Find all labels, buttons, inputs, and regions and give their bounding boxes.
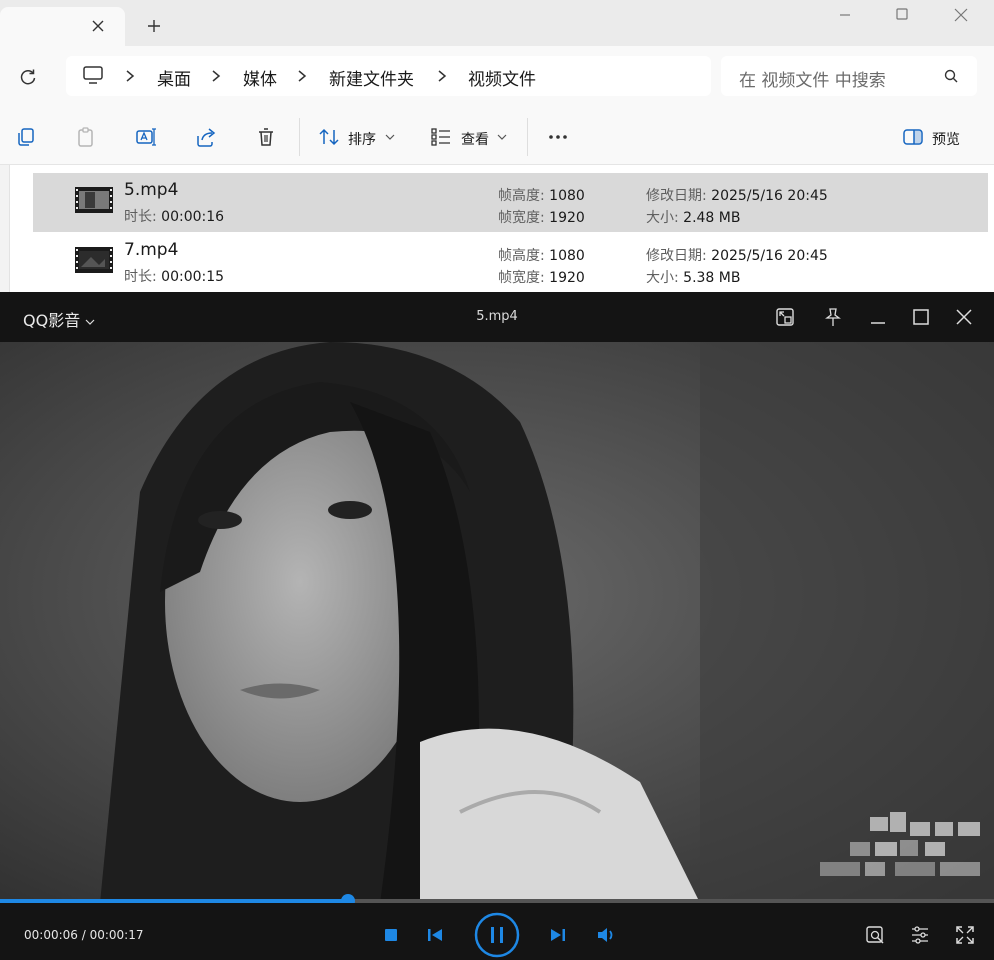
next-icon[interactable] [549,926,567,944]
preview-button[interactable]: 预览 [932,129,960,149]
duration-label: 时长: [124,209,157,225]
frame-height: 帧高度: 1080 [498,245,585,265]
frame-height-label: 帧高度: [498,188,545,204]
frame-height-value: 1080 [549,248,585,264]
list-item[interactable]: 7.mp4 时长: 00:00:15 帧高度: 1080 帧宽度: 1920 修… [33,233,988,292]
stop-icon[interactable] [383,927,399,943]
search-input[interactable]: 在 视频文件 中搜索 [739,66,886,91]
close-icon[interactable] [953,306,975,328]
preview-pane-icon[interactable] [902,126,924,148]
chevron-down-icon[interactable] [497,133,507,141]
file-duration: 时长: 00:00:16 [124,206,224,226]
file-explorer-window: 桌面 媒体 新建文件夹 视频文件 在 视频文件 中搜索 排序 查看 预览 5.m… [0,0,994,292]
qq-player-window: QQ影音 5.mp4 00:00:06 / 00:00:17 [0,292,994,960]
breadcrumb-item-media[interactable]: 媒体 [243,65,277,90]
close-icon[interactable] [89,17,107,35]
this-pc-icon[interactable] [82,65,104,85]
volume-icon[interactable] [596,925,618,945]
frame-width: 帧宽度: 1920 [498,207,585,227]
fullscreen-icon[interactable] [954,924,976,946]
frame-height-label: 帧高度: [498,248,545,264]
video-file-thumbnail-icon [75,247,113,273]
modified-value: 2025/5/16 20:45 [711,188,828,204]
video-frame[interactable] [0,342,994,903]
search-box[interactable]: 在 视频文件 中搜索 [721,56,977,96]
file-name[interactable]: 5.mp4 [124,180,178,200]
size-label: 大小: [646,210,679,226]
frame-width-value: 1920 [549,270,585,286]
size-value: 5.38 MB [683,270,741,286]
view-icon[interactable] [430,126,452,148]
previous-icon[interactable] [426,926,444,944]
modified-label: 修改日期: [646,188,707,204]
time-display: 00:00:06 / 00:00:17 [24,928,144,942]
size-label: 大小: [646,270,679,286]
frame-height: 帧高度: 1080 [498,185,585,205]
frame-width-label: 帧宽度: [498,270,545,286]
toolbar-divider [527,118,528,156]
chevron-right-icon[interactable] [296,69,308,83]
maximize-icon[interactable] [910,306,932,328]
delete-icon[interactable] [255,126,277,148]
video-file-thumbnail-icon [75,187,113,213]
command-bar: 排序 查看 预览 [0,106,994,165]
mini-mode-icon[interactable] [774,306,796,328]
pause-icon[interactable] [474,912,520,958]
share-icon[interactable] [195,126,217,148]
chevron-right-icon[interactable] [210,69,222,83]
video-frame-image [0,342,994,903]
sort-icon[interactable] [318,126,340,148]
modified-date: 修改日期: 2025/5/16 20:45 [646,245,828,265]
pin-icon[interactable] [822,306,844,328]
minimize-icon[interactable] [867,306,889,328]
duration-value: 00:00:15 [161,269,225,285]
copy-icon[interactable] [15,126,37,148]
duration-label: 时长: [124,269,157,285]
chevron-right-icon[interactable] [124,69,136,83]
breadcrumb-item-video-files[interactable]: 视频文件 [468,65,536,90]
explorer-titlebar [0,0,994,46]
view-button[interactable]: 查看 [461,129,489,149]
search-icon [944,69,958,83]
settings-sliders-icon[interactable] [909,924,931,946]
breadcrumb-item-desktop[interactable]: 桌面 [157,65,191,90]
chevron-down-icon[interactable] [385,133,395,141]
modified-label: 修改日期: [646,248,707,264]
player-controls: 00:00:06 / 00:00:17 [0,903,994,960]
breadcrumb-item-new-folder[interactable]: 新建文件夹 [329,65,414,90]
player-titlebar: QQ影音 5.mp4 [0,292,994,342]
list-item[interactable]: 5.mp4 时长: 00:00:16 帧高度: 1080 帧宽度: 1920 修… [33,173,988,232]
size-value: 2.48 MB [683,210,741,226]
refresh-icon[interactable] [18,67,38,87]
screenshot-icon[interactable] [864,924,886,946]
modified-value: 2025/5/16 20:45 [711,248,828,264]
file-name[interactable]: 7.mp4 [124,240,178,260]
paste-icon[interactable] [75,126,97,148]
player-title: 5.mp4 [476,309,518,324]
close-window-icon[interactable] [952,6,970,24]
plus-icon[interactable] [145,17,163,35]
file-list: 5.mp4 时长: 00:00:16 帧高度: 1080 帧宽度: 1920 修… [0,165,994,292]
file-duration: 时长: 00:00:15 [124,266,224,286]
toolbar-divider [299,118,300,156]
minimize-icon[interactable] [836,6,854,24]
maximize-icon[interactable] [893,6,911,24]
frame-width-label: 帧宽度: [498,210,545,226]
frame-width: 帧宽度: 1920 [498,267,585,287]
sort-button[interactable]: 排序 [348,129,376,149]
chevron-right-icon[interactable] [436,69,448,83]
rename-icon[interactable] [135,126,157,148]
breadcrumb: 桌面 媒体 新建文件夹 视频文件 [66,56,711,96]
more-options-icon[interactable] [547,126,569,148]
file-size: 大小: 5.38 MB [646,267,740,287]
duration-value: 00:00:16 [161,209,225,225]
frame-width-value: 1920 [549,210,585,226]
modified-date: 修改日期: 2025/5/16 20:45 [646,185,828,205]
frame-height-value: 1080 [549,188,585,204]
navigation-pane-edge [0,165,10,292]
file-size: 大小: 2.48 MB [646,207,740,227]
